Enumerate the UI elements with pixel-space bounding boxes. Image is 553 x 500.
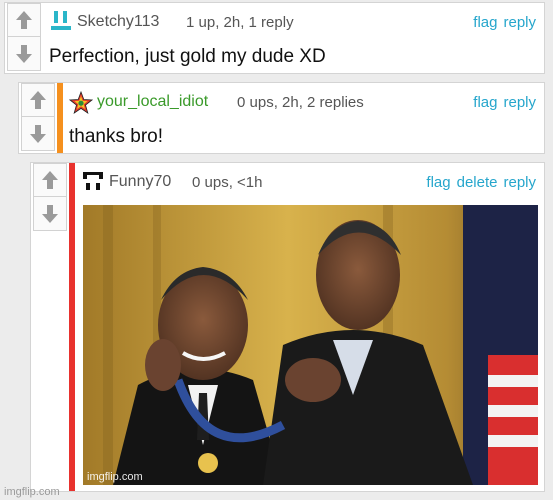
upvote-button[interactable]: [7, 3, 41, 37]
reply-depth-bar: [57, 83, 63, 153]
downvote-button[interactable]: [21, 117, 55, 151]
arrow-up-icon: [42, 171, 58, 189]
vote-controls: [5, 3, 43, 71]
downvote-button[interactable]: [7, 37, 41, 71]
pixel-glasses-avatar-icon[interactable]: [81, 169, 105, 193]
flag-link[interactable]: flag: [426, 174, 450, 191]
username[interactable]: Funny70: [109, 173, 171, 191]
vote-controls: [19, 83, 57, 151]
username[interactable]: Sketchy113: [77, 13, 159, 31]
comment-meta: 0 ups, <1h: [192, 174, 263, 191]
reply-link[interactable]: reply: [503, 14, 536, 31]
footer-watermark: imgflip.com: [4, 486, 60, 498]
comment-meta: 0 ups, 2h, 2 replies: [237, 94, 364, 111]
arrow-down-icon: [42, 204, 58, 223]
flag-link[interactable]: flag: [473, 14, 497, 31]
medal-ceremony-meme-image[interactable]: imgflip.com: [83, 205, 538, 485]
vote-controls: [31, 163, 69, 231]
meme-photo: [83, 205, 538, 485]
comment-meta: 1 up, 2h, 1 reply: [186, 14, 294, 31]
arrow-down-icon: [30, 124, 46, 143]
delete-link[interactable]: delete: [457, 174, 498, 191]
comment-text: thanks bro!: [69, 126, 163, 147]
reply-depth-bar: [69, 163, 75, 491]
comment-text: Perfection, just gold my dude XD: [49, 46, 326, 67]
upvote-button[interactable]: [33, 163, 67, 197]
comment-2: your_local_idiot 0 ups, 2h, 2 replies fl…: [18, 82, 545, 154]
downvote-button[interactable]: [33, 197, 67, 231]
comment-actions: flag delete reply: [426, 174, 536, 191]
arrow-up-icon: [30, 91, 46, 109]
reply-link[interactable]: reply: [503, 94, 536, 111]
arrow-up-icon: [16, 11, 32, 29]
flag-link[interactable]: flag: [473, 94, 497, 111]
image-watermark: imgflip.com: [87, 471, 143, 483]
reply-link[interactable]: reply: [503, 174, 536, 191]
rainbow-star-avatar-icon[interactable]: [69, 91, 93, 115]
comment-1: Sketchy113 1 up, 2h, 1 reply flag reply …: [4, 2, 545, 74]
upvote-button[interactable]: [21, 83, 55, 117]
arrow-down-icon: [16, 44, 32, 63]
pixel-face-avatar-icon[interactable]: [49, 9, 73, 33]
comment-actions: flag reply: [473, 14, 536, 31]
comment-3: Funny70 0 ups, <1h flag delete reply img…: [30, 162, 545, 492]
username[interactable]: your_local_idiot: [97, 93, 208, 111]
comment-actions: flag reply: [473, 94, 536, 111]
